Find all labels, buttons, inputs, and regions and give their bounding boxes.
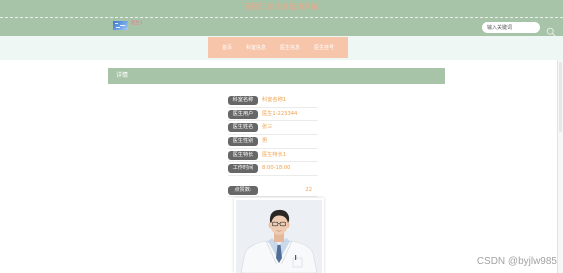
watermark: CSDN @byjlw985 bbox=[476, 256, 557, 267]
field-row-work-hours: 工作时间 8:00-18:00 bbox=[228, 162, 318, 177]
site-title: 医院门诊信息管理系统 bbox=[244, 3, 319, 11]
page: 医院门诊信息管理系统 医生1 首页 科室信息 医生信息 医生挂号 bbox=[0, 0, 563, 273]
doctor-photo bbox=[236, 200, 322, 273]
likes-count: 22 bbox=[305, 186, 312, 193]
field-row-doctor-user: 医生用户 医生1-223344 bbox=[228, 108, 318, 122]
detail-title: 详情 bbox=[116, 72, 129, 79]
field-row-doctor-specialty: 医生特长 医生特长1 bbox=[228, 149, 318, 163]
nav-band: 首页 科室信息 医生信息 医生挂号 bbox=[0, 36, 563, 60]
field-label: 医生姓名 bbox=[228, 123, 258, 133]
likes-row: 点赞数: 22 bbox=[228, 184, 318, 197]
field-value: 科室名称1 bbox=[262, 96, 287, 103]
search-icon[interactable] bbox=[546, 22, 556, 37]
top-header: 医院门诊信息管理系统 医生1 bbox=[0, 0, 563, 37]
search-input[interactable] bbox=[482, 22, 540, 33]
field-value: 医生1-223344 bbox=[262, 110, 298, 117]
user-info[interactable]: 医生1 bbox=[113, 21, 143, 31]
detail-header: 详情 bbox=[108, 68, 445, 84]
field-label: 医生用户 bbox=[228, 109, 258, 119]
nav-item-departments[interactable]: 科室信息 bbox=[246, 45, 266, 51]
field-value: 8:00-18:00 bbox=[262, 165, 291, 172]
likes-label: 点赞数: bbox=[228, 185, 258, 195]
field-row-doctor-name: 医生姓名 张三 bbox=[228, 121, 318, 136]
avatar[interactable] bbox=[113, 21, 128, 30]
vertical-scrollbar[interactable] bbox=[557, 60, 563, 273]
nav-item-registration[interactable]: 医生挂号 bbox=[314, 45, 334, 51]
detail-fields: 科室名称 科室名称1 医生用户 医生1-223344 医生姓名 张三 医生性别 … bbox=[228, 94, 318, 177]
scrollbar-thumb[interactable] bbox=[559, 62, 562, 132]
field-row-doctor-gender: 医生性别 男 bbox=[228, 135, 318, 149]
nav-item-doctors[interactable]: 医生信息 bbox=[280, 45, 300, 51]
field-value: 医生特长1 bbox=[262, 151, 287, 158]
header-divider bbox=[0, 17, 563, 18]
field-label: 医生特长 bbox=[228, 150, 258, 160]
field-row-department-name: 科室名称 科室名称1 bbox=[228, 94, 318, 108]
field-label: 工作时间 bbox=[228, 164, 258, 174]
nav-item-home[interactable]: 首页 bbox=[222, 45, 232, 51]
user-name[interactable]: 医生1 bbox=[131, 21, 143, 27]
field-label: 科室名称 bbox=[228, 95, 258, 105]
doctor-photo-card bbox=[234, 198, 324, 273]
main-nav: 首页 科室信息 医生信息 医生挂号 bbox=[208, 37, 348, 58]
field-value: 张三 bbox=[262, 124, 273, 131]
field-value: 男 bbox=[262, 137, 268, 144]
field-label: 医生性别 bbox=[228, 136, 258, 146]
